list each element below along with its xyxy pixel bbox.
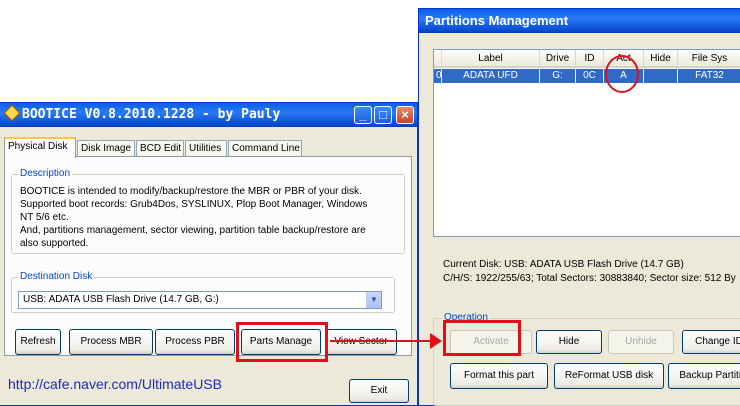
bootice-window: BOOTICE V0.8.2010.1228 - by Pauly _ □ × … (0, 102, 418, 406)
description-text: BOOTICE is intended to modify/backup/res… (20, 186, 368, 249)
format-partition-button[interactable]: Format this part (450, 363, 548, 389)
maximize-button[interactable]: □ (374, 106, 392, 124)
partitions-title: Partitions Management (425, 13, 569, 28)
tab-command-line[interactable]: Command Line (228, 140, 302, 157)
partitions-list-header: Label Drive ID Act Hide File Sys (434, 50, 740, 68)
refresh-button[interactable]: Refresh (15, 329, 61, 355)
chevron-down-icon[interactable]: ▼ (366, 292, 381, 308)
screenshot-root: BOOTICE V0.8.2010.1228 - by Pauly _ □ × … (0, 0, 740, 406)
activate-highlight (443, 320, 521, 356)
tab-utilities[interactable]: Utilities (185, 140, 227, 157)
act-column-highlight (605, 55, 639, 93)
partitions-title-bar[interactable]: Partitions Management (419, 9, 740, 33)
maximize-icon: □ (379, 107, 387, 122)
bootice-app-icon (3, 104, 21, 122)
annotation-arrow-line (330, 340, 434, 342)
destination-disk-group: Destination Disk USB: ADATA USB Flash Dr… (11, 271, 395, 313)
column-index[interactable] (434, 50, 442, 68)
row-file-sys: FAT32 (678, 69, 740, 83)
column-label[interactable]: Label (442, 50, 540, 68)
partitions-list[interactable]: Label Drive ID Act Hide File Sys 0 ADATA… (433, 49, 740, 237)
hide-button[interactable]: Hide (536, 330, 602, 354)
process-mbr-button[interactable]: Process MBR (69, 329, 153, 355)
tab-physical-disk[interactable]: Physical Disk (4, 137, 76, 158)
minimize-button[interactable]: _ (354, 106, 372, 124)
table-row[interactable]: 0 ADATA UFD G: 0C A FAT32 (434, 69, 740, 83)
tab-disk-image[interactable]: Disk Image (77, 140, 135, 157)
current-disk-info: Current Disk: USB: ADATA USB Flash Drive… (443, 259, 684, 270)
watermark-url: http://cafe.naver.com/UltimateUSB (8, 376, 222, 392)
physical-disk-panel: Description BOOTICE is intended to modif… (4, 156, 412, 356)
column-file-sys[interactable]: File Sys (678, 50, 740, 68)
description-group: Description BOOTICE is intended to modif… (11, 168, 405, 254)
parts-manage-highlight (236, 322, 328, 362)
backup-partition-button[interactable]: Backup Partitio (668, 363, 740, 389)
destination-disk-value: USB: ADATA USB Flash Drive (14.7 GB, G:) (23, 294, 219, 305)
row-id: 0C (576, 69, 604, 83)
bootice-title: BOOTICE V0.8.2010.1228 - by Pauly (22, 107, 281, 122)
process-pbr-button[interactable]: Process PBR (155, 329, 235, 355)
destination-disk-title: Destination Disk (18, 271, 95, 282)
description-title: Description (18, 168, 73, 179)
column-id[interactable]: ID (576, 50, 604, 68)
minimize-icon: _ (359, 107, 367, 122)
row-index: 0 (434, 69, 442, 83)
close-icon: × (401, 107, 409, 122)
reformat-usb-button[interactable]: ReFormat USB disk (554, 363, 664, 389)
close-button[interactable]: × (396, 106, 414, 124)
destination-disk-select[interactable]: USB: ADATA USB Flash Drive (14.7 GB, G:)… (18, 291, 382, 309)
column-drive[interactable]: Drive (540, 50, 576, 68)
view-sector-button[interactable]: View Sector (325, 329, 397, 355)
column-hide[interactable]: Hide (644, 50, 678, 68)
row-label: ADATA UFD (442, 69, 540, 83)
row-drive: G: (540, 69, 576, 83)
unhide-button[interactable]: Unhide (608, 330, 674, 354)
chs-info: C/H/S: 1922/255/63; Total Sectors: 30883… (443, 273, 736, 284)
exit-button[interactable]: Exit (349, 379, 409, 403)
tab-bcd-edit[interactable]: BCD Edit (136, 140, 184, 157)
row-hide (644, 69, 678, 83)
arrow-right-icon (430, 333, 442, 349)
change-id-button[interactable]: Change ID (682, 330, 740, 354)
